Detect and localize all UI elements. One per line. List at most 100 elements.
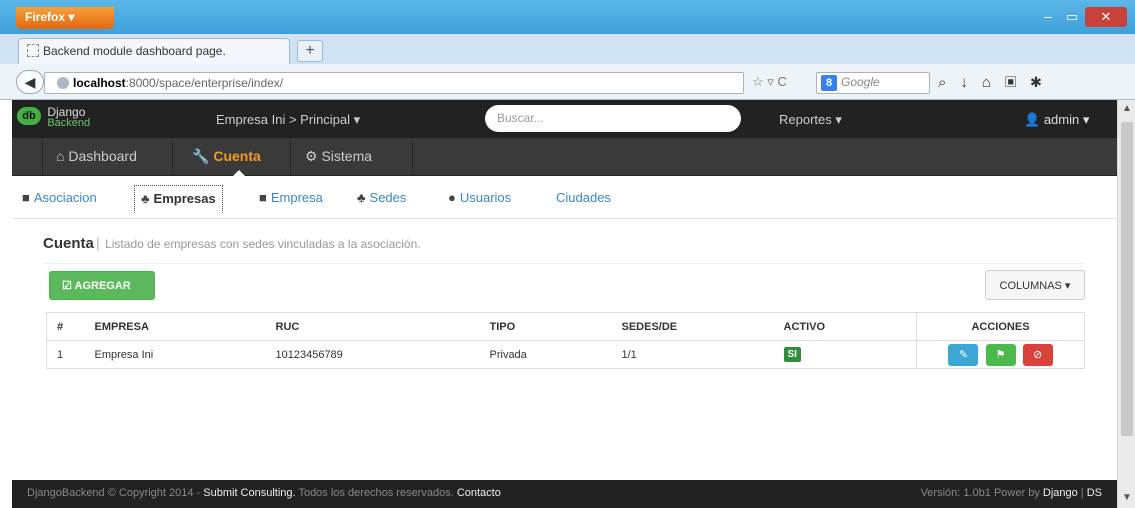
subnav-label: Dashboard (68, 148, 137, 164)
cell-acciones: ✎ ⚑ ⊘ (916, 340, 1085, 369)
ban-icon: ⊘ (1032, 348, 1043, 361)
divider (412, 138, 413, 176)
pill-sedes[interactable]: ♣ Sedes (351, 185, 412, 211)
screenshot-icon[interactable]: ▣ (1005, 74, 1030, 91)
app-search-input[interactable]: Buscar... (485, 105, 741, 132)
col-header-acciones: ACCIONES (916, 312, 1085, 341)
download-icon[interactable]: ↓ (960, 74, 982, 91)
empresas-table: # EMPRESA RUC TIPO SEDES/DE ACTIVO ACCIO… (46, 312, 1085, 369)
col-header-empresa[interactable]: EMPRESA (84, 312, 266, 341)
reload-icon[interactable]: C (777, 74, 786, 89)
col-header-ruc[interactable]: RUC (265, 312, 480, 341)
footer-sep: | (1077, 487, 1087, 499)
pill-label: Ciudades (556, 190, 611, 205)
pill-asociacion[interactable]: ■ Asociacion (16, 185, 103, 211)
footer-company-link[interactable]: Submit Consulting. (203, 487, 295, 499)
page-title: Cuenta (43, 235, 94, 252)
subnav-label: Sistema (321, 148, 373, 164)
section-pills: ■ Asociacion ♣ Empresas ■ Empresa ♣ Sedes ● U… (12, 177, 1117, 219)
subnav-cuenta[interactable]: 🔧 Cuenta (192, 148, 261, 165)
browser-tab[interactable]: Backend module dashboard page. (18, 38, 290, 64)
close-window-button[interactable]: ✕ (1085, 7, 1127, 27)
pill-usuarios[interactable]: ● Usuarios (442, 185, 517, 211)
add-button-label: AGREGAR (74, 280, 131, 292)
pill-label: Empresas (153, 191, 216, 206)
company-dropdown[interactable]: Empresa Ini > Principal ▾ (216, 112, 360, 128)
subnav-sistema[interactable]: ⚙ Sistema (305, 148, 372, 165)
window-titlebar: Firefox ▾ – ▭ ✕ (0, 0, 1135, 34)
cell-tipo: Privada (479, 340, 612, 369)
home-icon[interactable]: ⌂ (982, 74, 1005, 91)
page-scrollbar[interactable]: ▲ ▼ (1117, 100, 1135, 508)
col-header-tipo[interactable]: TIPO (479, 312, 612, 341)
footer-django-link[interactable]: Django (1043, 487, 1078, 499)
footer-rights: Todos los derechos reservados. (295, 487, 457, 499)
page-heading: Cuenta | Listado de empresas con sedes vi… (43, 235, 421, 252)
footer-version: Versión: 1.0b1 Power by Django | DS (921, 487, 1102, 499)
app-navbar: db Django Backend Empresa Ini > Principa… (12, 100, 1117, 138)
bookmark-star-icon[interactable]: ☆ (752, 74, 764, 89)
page-subtitle: Listado de empresas con sedes vinculadas… (105, 237, 421, 251)
browser-search-input[interactable]: 8 Google (816, 72, 930, 94)
cell-ruc: 10123456789 (265, 340, 480, 369)
logo-badge: db (17, 107, 41, 125)
subnav-label: Cuenta (213, 148, 261, 164)
col-header-sedes[interactable]: SEDES/DE (611, 312, 774, 341)
logo-text: Django Backend (47, 106, 90, 129)
pill-label: Sedes (369, 190, 407, 205)
minimize-button[interactable]: – (1037, 7, 1059, 27)
flag-icon: ⚑ (995, 348, 1006, 361)
back-button[interactable]: ◀ (16, 70, 44, 94)
add-button[interactable]: ☑ AGREGAR (49, 271, 155, 300)
briefcase-icon: ■ (22, 190, 30, 205)
cell-activo: SI (773, 340, 917, 369)
url-path: :8000/space/enterprise/index/ (125, 76, 284, 90)
title-separator: | (95, 235, 100, 252)
maximize-button[interactable]: ▭ (1061, 7, 1083, 27)
arrow-left-icon: ◀ (24, 74, 36, 90)
footer-contact-link[interactable]: Contacto (457, 487, 501, 499)
col-header-activo[interactable]: ACTIVO (773, 312, 917, 341)
url-bar[interactable]: localhost:8000/space/enterprise/index/ (44, 72, 744, 94)
columns-button[interactable]: COLUMNAS ▾ (985, 270, 1085, 300)
google-icon[interactable]: 8 (821, 75, 837, 91)
flag-button[interactable]: ⚑ (985, 343, 1016, 366)
pill-empresa[interactable]: ■ Empresa (253, 185, 329, 211)
cell-num: 1 (46, 340, 85, 369)
scroll-down-arrow[interactable]: ▼ (1118, 492, 1135, 503)
user-icon: 👤 (1024, 112, 1041, 127)
pill-label: Empresa (270, 190, 323, 205)
edit-button[interactable]: ✎ (948, 343, 979, 366)
new-tab-button[interactable]: + (297, 40, 323, 62)
history-dropdown-icon[interactable]: ▿ (767, 74, 774, 89)
user-icon: ● (448, 190, 456, 205)
reportes-dropdown[interactable]: Reportes ▾ (779, 112, 842, 128)
main-subnav: ⌂ Dashboard 🔧 Cuenta ⚙ Sistema (12, 138, 1117, 176)
wrench-icon: 🔧 (192, 148, 210, 164)
gears-icon: ⚙ (305, 148, 318, 164)
search-engine-name: Google (841, 75, 880, 89)
sitemap-icon: ♣ (357, 190, 366, 205)
status-badge: SI (783, 347, 801, 362)
footer-version-text: Versión: 1.0b1 Power by (920, 487, 1043, 499)
logo[interactable]: db Django Backend (17, 106, 90, 129)
pill-empresas[interactable]: ♣ Empresas (134, 185, 223, 213)
user-dropdown[interactable]: 👤 admin ▾ (1024, 112, 1089, 128)
edit-check-icon: ☑ (62, 280, 72, 292)
delete-button[interactable]: ⊘ (1022, 343, 1053, 366)
firefox-menu-button[interactable]: Firefox ▾ (16, 7, 114, 29)
search-icon[interactable]: ⌕ (938, 74, 960, 91)
scroll-up-arrow[interactable]: ▲ (1118, 103, 1135, 114)
url-host: localhost (73, 76, 126, 90)
user-name: admin ▾ (1043, 112, 1090, 127)
footer-ds-link[interactable]: DS (1087, 487, 1102, 499)
divider (42, 138, 43, 176)
scroll-thumb[interactable] (1121, 122, 1133, 436)
subnav-dashboard[interactable]: ⌂ Dashboard (56, 148, 137, 164)
page-footer: DjangoBackend © Copyright 2014 - Submit … (12, 480, 1117, 508)
edit-icon: ✎ (958, 348, 969, 361)
col-header-num[interactable]: # (46, 312, 85, 341)
addon-icon[interactable]: ✱ (1030, 74, 1055, 91)
page-icon (27, 44, 39, 57)
pill-ciudades[interactable]: Ciudades (550, 185, 617, 211)
